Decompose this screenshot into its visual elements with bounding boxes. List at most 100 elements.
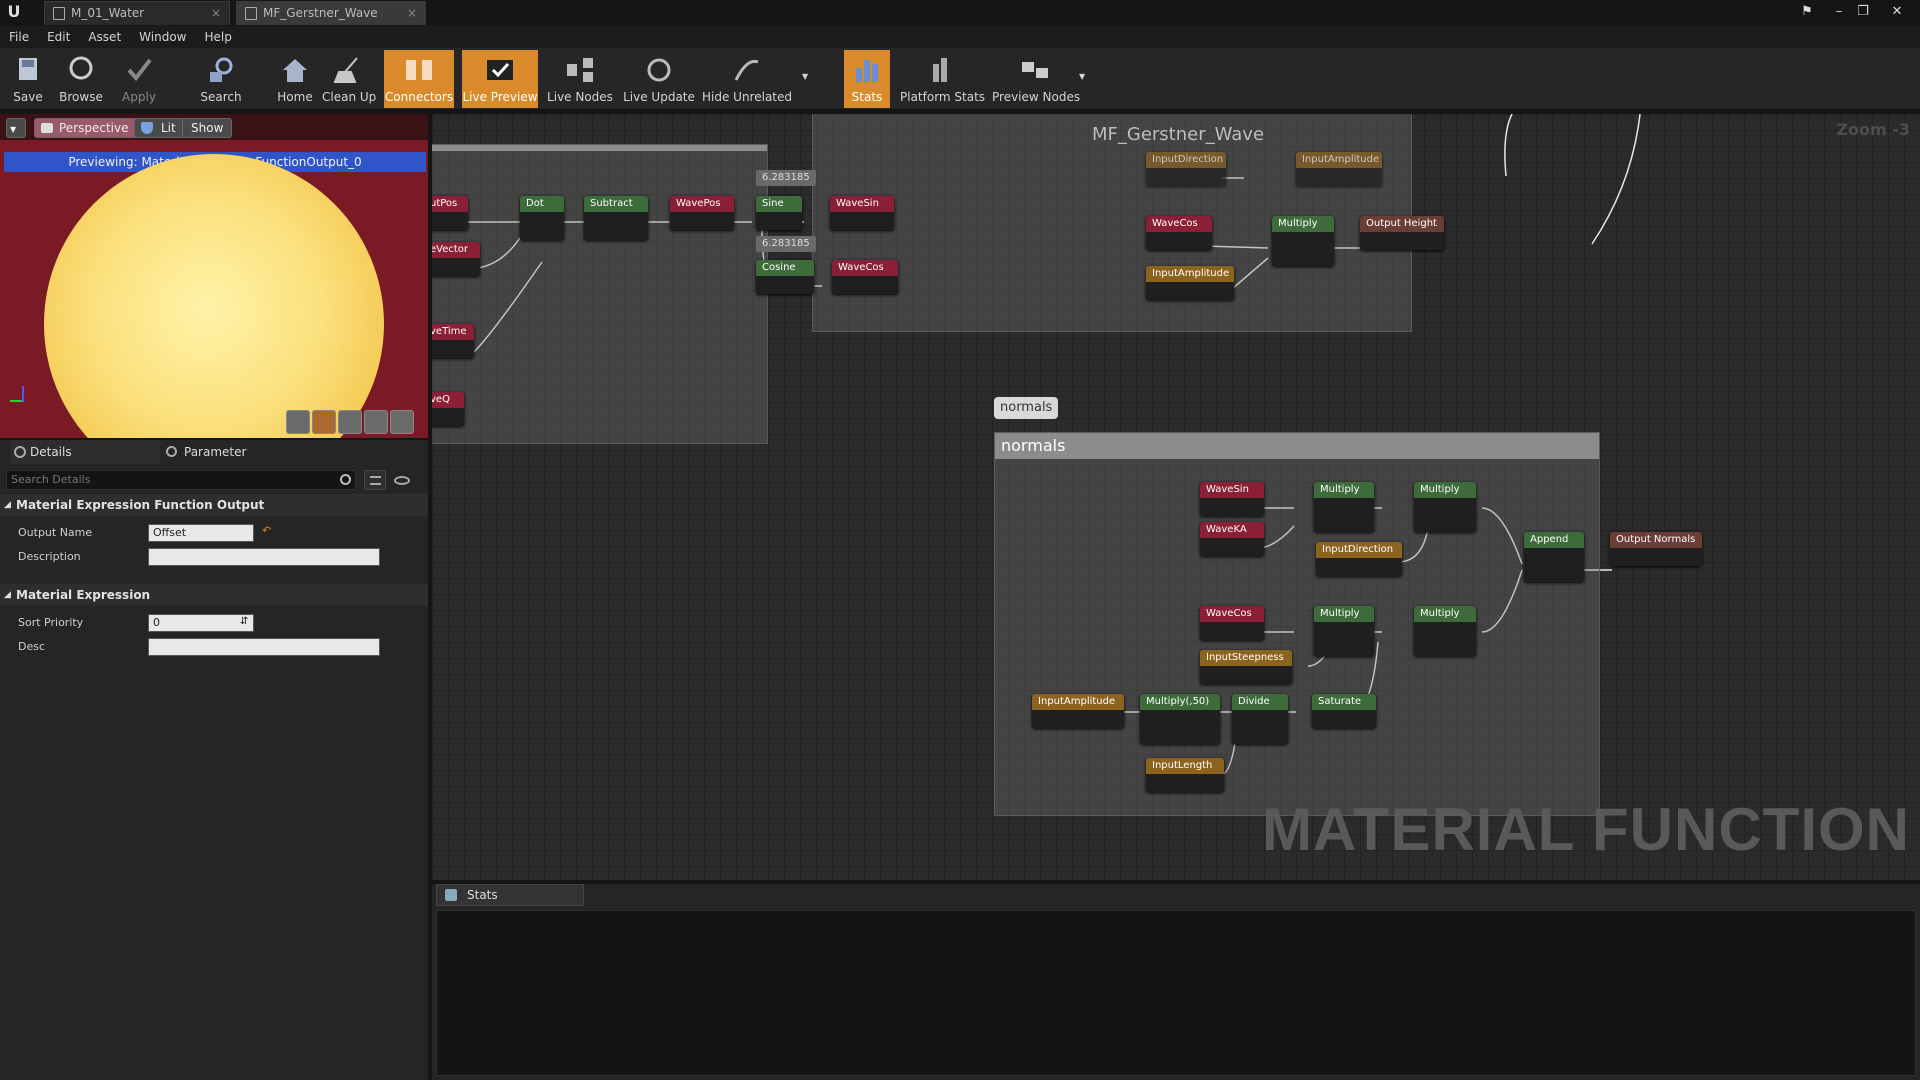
node-input-q[interactable]: veQ [432, 392, 464, 426]
tab-mf-gerstner-wave[interactable]: MF_Gerstner_Wave × [236, 1, 426, 25]
material-graph[interactable]: MF_Gerstner_Wave Zoom -3 normals normals… [432, 114, 1920, 880]
tab-m-01-water[interactable]: M_01_Water × [44, 1, 230, 25]
save-button[interactable]: Save [6, 50, 50, 108]
menu-edit[interactable]: Edit [38, 26, 79, 48]
perspective-button[interactable]: Perspective [34, 118, 138, 138]
node-input-steepness[interactable]: InputSteepness [1200, 650, 1292, 684]
preview-viewport[interactable]: ▼ Perspective Lit Show Previewing: Mater… [0, 114, 428, 438]
node-input-direction-n[interactable]: InputDirection [1316, 542, 1402, 576]
node-multiply-2[interactable]: Multiply [1414, 482, 1476, 532]
node-input-direction[interactable]: InputDirection [1146, 152, 1226, 186]
node-saturate[interactable]: Saturate [1312, 694, 1376, 728]
sphere-preview-icon[interactable] [312, 410, 336, 434]
function-name-label: MF_Gerstner_Wave [1092, 124, 1265, 145]
connectors-button[interactable]: Connectors [384, 50, 454, 108]
node-multiply[interactable]: Multiply [1272, 216, 1334, 266]
home-button[interactable]: Home [272, 50, 318, 108]
node-multiply-1[interactable]: Multiply [1314, 482, 1374, 532]
comment-bubble[interactable]: normals [994, 397, 1059, 419]
preview-nodes-dropdown[interactable]: ▼ [1076, 50, 1090, 108]
node-append[interactable]: Append [1524, 532, 1584, 582]
sort-priority-field[interactable]: 0 [148, 614, 254, 632]
clean-up-button[interactable]: Clean Up [322, 50, 376, 108]
tab-parameter-defaults[interactable]: Parameter Default: [162, 440, 292, 483]
menu-window[interactable]: Window [130, 26, 195, 48]
comment-box-wave-calc[interactable] [432, 144, 768, 444]
minimize-icon[interactable]: – [1828, 2, 1850, 22]
reset-arrow-icon[interactable]: ↶ [262, 524, 271, 537]
desc-field[interactable] [148, 638, 380, 656]
node-constant-2pi[interactable]: 6.283185 [756, 170, 816, 186]
node-output-normals[interactable]: Output Normals [1610, 532, 1702, 566]
close-icon[interactable]: × [211, 2, 221, 24]
lit-button[interactable]: Lit [134, 118, 185, 138]
search-button[interactable]: Search [196, 50, 246, 108]
show-button[interactable]: Show [182, 118, 233, 138]
chevron-down-icon: ▼ [802, 72, 809, 81]
node-output-height[interactable]: Output Height [1360, 216, 1444, 250]
description-field[interactable] [148, 548, 380, 566]
live-preview-button[interactable]: Live Preview [462, 50, 538, 108]
close-window-icon[interactable]: ✕ [1886, 2, 1908, 22]
toolbar: Save Browse Apply Search Home Clean Up C… [0, 48, 1920, 110]
output-name-field[interactable]: Offset [148, 524, 254, 542]
node-wavepos[interactable]: WavePos [670, 196, 734, 230]
node-sine[interactable]: Sine [756, 196, 802, 230]
hide-unrelated-button[interactable]: Hide Unrelated [702, 50, 792, 108]
node-input-amplitude-top[interactable]: InputAmplitude [1296, 152, 1382, 186]
apply-button[interactable]: Apply [116, 50, 162, 108]
viewport-menu-button[interactable]: ▼ [6, 118, 26, 138]
live-nodes-button[interactable]: Live Nodes [546, 50, 614, 108]
view-options-button[interactable] [364, 470, 386, 490]
restore-icon[interactable]: ❐ [1852, 2, 1874, 22]
plane-preview-icon[interactable] [338, 410, 362, 434]
live-update-button[interactable]: Live Update [622, 50, 696, 108]
title-bar: U M_01_Water × MF_Gerstner_Wave × ⚑ – ❐ … [0, 0, 1920, 26]
node-wavesin-out[interactable]: WaveSin [830, 196, 894, 230]
section-material-expression[interactable]: ◢ Material Expression [0, 584, 428, 606]
node-wavecos-n[interactable]: WaveCos [1200, 606, 1264, 640]
node-cosine[interactable]: Cosine [756, 260, 814, 294]
notification-icon[interactable]: ⚑ [1796, 2, 1818, 22]
cube-preview-icon[interactable] [364, 410, 388, 434]
axis-gizmo-icon [10, 380, 40, 410]
search-details-input[interactable]: Search Details [6, 470, 356, 490]
node-subtract[interactable]: Subtract [584, 196, 648, 240]
node-input-pos[interactable]: utPos [432, 196, 468, 230]
comment-box-normals[interactable]: normals [994, 432, 1600, 816]
preview-nodes-button[interactable]: Preview Nodes [992, 50, 1080, 108]
tab-stats[interactable]: Stats [436, 884, 584, 906]
node-input-length[interactable]: InputLength [1146, 758, 1224, 792]
section-function-output[interactable]: ◢ Material Expression Function Output [0, 494, 428, 516]
visibility-button[interactable] [392, 470, 422, 490]
node-multiply-3[interactable]: Multiply [1314, 606, 1374, 656]
node-wavecos-out[interactable]: WaveCos [832, 260, 898, 294]
node-constant-2pi-b[interactable]: 6.283185 [756, 236, 816, 252]
node-multiply-50[interactable]: Multiply(,50) [1140, 694, 1220, 744]
node-input-amplitude-n[interactable]: InputAmplitude [1032, 694, 1124, 728]
hide-unrelated-dropdown[interactable]: ▼ [798, 50, 814, 108]
stats-button[interactable]: Stats [844, 50, 890, 108]
spinner-icon[interactable]: ⇵ [240, 616, 248, 627]
live-preview-icon [487, 60, 513, 80]
comment-header [432, 145, 767, 151]
node-wavesin[interactable]: WaveSin [1200, 482, 1264, 516]
platform-stats-button[interactable]: Platform Stats [900, 50, 985, 108]
cylinder-preview-icon[interactable] [286, 410, 310, 434]
custom-mesh-preview-icon[interactable] [390, 410, 414, 434]
node-divide[interactable]: Divide [1232, 694, 1288, 744]
node-wavecos[interactable]: WaveCos [1146, 216, 1212, 250]
menu-file[interactable]: File [0, 26, 38, 48]
node-waveka[interactable]: WaveKA [1200, 522, 1264, 556]
node-input-time[interactable]: veTime [432, 324, 474, 358]
menu-help[interactable]: Help [195, 26, 240, 48]
node-input-amplitude[interactable]: InputAmplitude [1146, 266, 1234, 300]
browse-button[interactable]: Browse [54, 50, 108, 108]
close-icon[interactable]: × [407, 2, 417, 24]
node-input-vector[interactable]: eVector [432, 242, 480, 276]
save-icon [19, 58, 37, 80]
node-multiply-4[interactable]: Multiply [1414, 606, 1476, 656]
tab-details[interactable]: Details [10, 440, 160, 464]
node-dot[interactable]: Dot [520, 196, 564, 240]
menu-asset[interactable]: Asset [79, 26, 130, 48]
